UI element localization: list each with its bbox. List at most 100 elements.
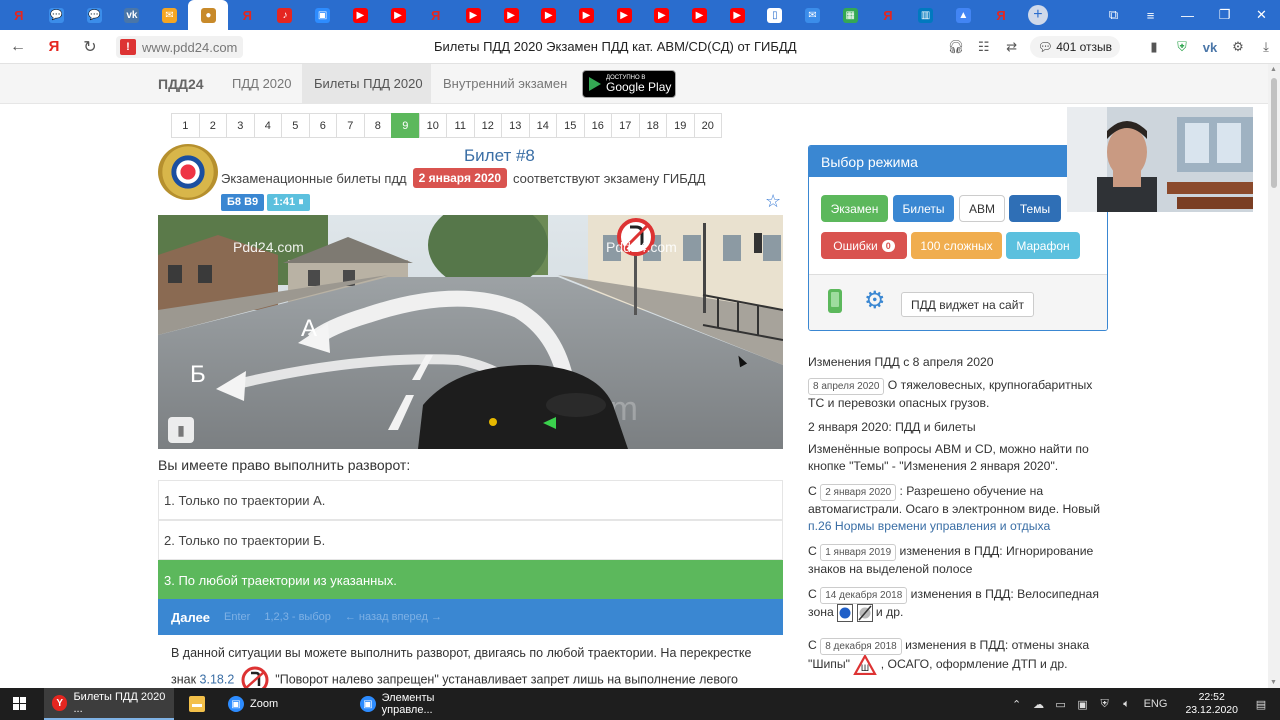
news-link-rest-time[interactable]: п.26 Нормы времени управления и отдыха <box>808 519 1050 533</box>
bookmark-icon[interactable]: ▮ <box>1140 39 1168 55</box>
mode-abm-button[interactable]: ABM <box>959 195 1005 222</box>
page-link-6[interactable]: 6 <box>308 113 337 138</box>
mode-topics-button[interactable]: Темы <box>1009 195 1061 222</box>
browser-tab-1[interactable]: Я <box>0 0 38 30</box>
browser-tab-15[interactable]: ▶ <box>530 0 568 30</box>
onedrive-icon[interactable]: ☁ <box>1028 698 1050 711</box>
answer-option-3[interactable]: 3. По любой траектории из указанных. <box>158 560 783 600</box>
browser-tab-24[interactable]: Я <box>869 0 907 30</box>
browser-tab-18[interactable]: ▶ <box>643 0 681 30</box>
vk-extension-icon[interactable]: vk <box>1196 40 1224 55</box>
page-link-1[interactable]: 1 <box>171 113 200 138</box>
scroll-up-icon[interactable]: ▲ <box>1270 66 1277 73</box>
restore-button[interactable]: ❐ <box>1206 7 1243 23</box>
taskbar-item-explorer[interactable]: ▬ <box>182 688 212 720</box>
page-link-9[interactable]: 9 <box>391 113 420 138</box>
browser-tab-13[interactable]: ▶ <box>455 0 493 30</box>
browser-tab-22[interactable]: ✉ <box>794 0 832 30</box>
camera-icon[interactable]: ▣ <box>1072 698 1094 711</box>
browser-tab-8[interactable]: ♪ <box>266 0 304 30</box>
page-link-14[interactable]: 14 <box>528 113 557 138</box>
yandex-logo-icon[interactable]: Я <box>36 38 72 55</box>
tabs-menu-icon[interactable]: ⧉ <box>1095 7 1132 23</box>
browser-tab-14[interactable]: ▶ <box>492 0 530 30</box>
browser-tab-26[interactable]: ▲ <box>945 0 983 30</box>
nav-internal-exam[interactable]: Внутренний экзамен <box>443 76 567 91</box>
browser-tab-20[interactable]: ▶ <box>718 0 756 30</box>
reload-icon[interactable]: ↻ <box>72 37 108 57</box>
browser-tab-6[interactable]: ● <box>188 0 229 30</box>
mode-tickets-button[interactable]: Билеты <box>893 195 954 222</box>
page-link-4[interactable]: 4 <box>253 113 282 138</box>
insecure-warning-icon[interactable]: ! <box>120 39 136 55</box>
answer-option-1[interactable]: 1. Только по траектории А. <box>158 480 783 520</box>
url-field[interactable]: ! www.pdd24.com <box>116 36 244 58</box>
reviews-button[interactable]: 💬︎ 401 отзыв <box>1029 36 1120 58</box>
page-link-3[interactable]: 3 <box>226 113 255 138</box>
reader-icon[interactable]: ☷ <box>970 39 998 55</box>
site-brand[interactable]: ПДД24 <box>158 76 204 92</box>
mode-marathon-button[interactable]: Марафон <box>1006 232 1080 259</box>
google-play-button[interactable]: ДОСТУПНО В Google Play <box>582 70 676 98</box>
page-link-18[interactable]: 18 <box>638 113 667 138</box>
answer-option-2[interactable]: 2. Только по траектории Б. <box>158 520 783 560</box>
nav-pdd-2020[interactable]: ПДД 2020 <box>232 76 291 91</box>
notifications-icon[interactable]: ▤ <box>1250 698 1272 711</box>
mobile-phone-icon[interactable] <box>828 289 842 313</box>
volume-icon[interactable]: 🔈︎ <box>1116 698 1138 711</box>
browser-tab-3[interactable]: 💬 <box>75 0 113 30</box>
page-link-11[interactable]: 11 <box>446 113 475 138</box>
close-button[interactable]: ✕ <box>1243 7 1280 23</box>
page-link-15[interactable]: 15 <box>556 113 585 138</box>
browser-tab-7[interactable]: Я <box>228 0 266 30</box>
page-link-5[interactable]: 5 <box>281 113 310 138</box>
widget-button[interactable]: ПДД виджет на сайт <box>901 292 1034 317</box>
nav-tickets-2020[interactable]: Билеты ПДД 2020 <box>314 76 423 91</box>
favorite-star-icon[interactable]: ☆ <box>765 191 781 212</box>
browser-tab-10[interactable]: ▶ <box>342 0 380 30</box>
browser-tab-19[interactable]: ▶ <box>681 0 719 30</box>
page-link-12[interactable]: 12 <box>473 113 502 138</box>
network-icon[interactable]: ▭ <box>1050 698 1072 711</box>
security-icon[interactable]: ⛨ <box>1094 698 1116 711</box>
downloads-icon[interactable]: ⤓ <box>1252 39 1280 55</box>
scrollbar-thumb[interactable] <box>1271 78 1277 188</box>
page-link-16[interactable]: 16 <box>583 113 612 138</box>
windows-start-icon[interactable] <box>13 697 27 711</box>
extensions-icon[interactable]: ⚙ <box>1224 39 1252 55</box>
page-link-2[interactable]: 2 <box>198 113 227 138</box>
page-link-20[interactable]: 20 <box>693 113 722 138</box>
tray-overflow-icon[interactable]: ⌃ <box>1006 698 1028 711</box>
mode-exam-button[interactable]: Экзамен <box>821 195 888 222</box>
browser-tab-2[interactable]: 💬 <box>38 0 76 30</box>
browser-tab-25[interactable]: ▥ <box>907 0 945 30</box>
minimize-button[interactable]: — <box>1169 8 1206 23</box>
page-link-7[interactable]: 7 <box>336 113 365 138</box>
headphones-icon[interactable]: 🎧︎ <box>942 39 970 55</box>
taskbar-item-browser[interactable]: Y Билеты ПДД 2020 ... <box>44 688 174 720</box>
browser-tab-9[interactable]: ▣ <box>304 0 342 30</box>
next-button[interactable]: Далее Enter 1,2,3 - выбор ← назад вперед… <box>158 599 783 635</box>
language-indicator[interactable]: ENG <box>1144 698 1168 710</box>
bookmark-question-button[interactable]: ▮ <box>168 417 194 443</box>
browser-tab-17[interactable]: ▶ <box>605 0 643 30</box>
scroll-down-icon[interactable]: ▼ <box>1270 679 1277 686</box>
page-link-8[interactable]: 8 <box>363 113 392 138</box>
timer-badge[interactable]: 1:41 ⏸ <box>267 194 310 211</box>
mode-errors-button[interactable]: Ошибки 0 <box>821 232 907 259</box>
page-link-13[interactable]: 13 <box>501 113 530 138</box>
browser-tab-5[interactable]: ✉ <box>151 0 189 30</box>
translate-icon[interactable]: ⇄ <box>998 39 1026 55</box>
clock[interactable]: 22:52 23.12.2020 <box>1185 691 1238 717</box>
new-tab-icon[interactable]: + <box>1027 5 1048 25</box>
mode-100-hard-button[interactable]: 100 сложных <box>911 232 1002 259</box>
browser-tab-11[interactable]: ▶ <box>379 0 417 30</box>
page-link-17[interactable]: 17 <box>611 113 640 138</box>
browser-tab-4[interactable]: vk <box>113 0 151 30</box>
browser-tab-12[interactable]: Я <box>417 0 455 30</box>
news-heading[interactable]: Изменения ПДД с 8 апреля 2020 <box>808 354 1108 371</box>
taskbar-item-zoom[interactable]: ▣ Zoom <box>222 688 350 720</box>
browser-tab-27[interactable]: Я <box>982 0 1020 30</box>
browser-tab-16[interactable]: ▶ <box>568 0 606 30</box>
browser-tab-21[interactable]: ▯ <box>756 0 794 30</box>
